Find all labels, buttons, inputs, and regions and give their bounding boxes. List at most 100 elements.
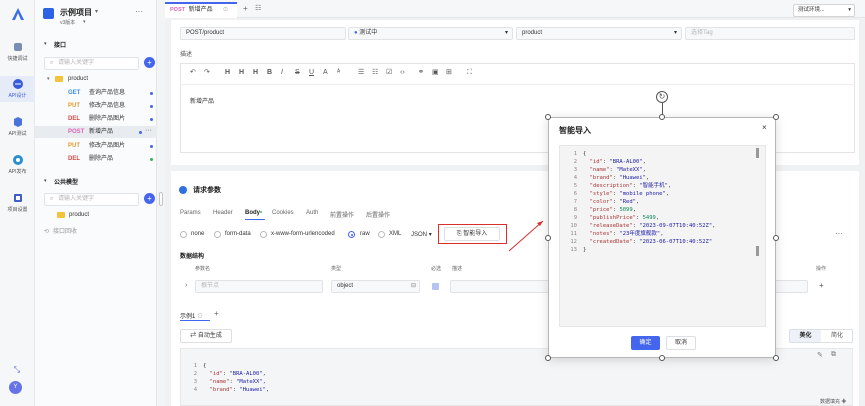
rotate-handle-icon[interactable]: ↻	[656, 91, 668, 103]
bullet-list-icon[interactable]: ☰	[358, 68, 364, 78]
api-search-input[interactable]: ⌕ 请输入关键字	[44, 57, 139, 70]
bold-icon[interactable]: B	[267, 68, 272, 78]
radio-none[interactable]	[180, 231, 187, 238]
minify-button[interactable]: 简化	[822, 330, 852, 342]
editor-content[interactable]: 新增产品	[190, 96, 214, 105]
api-category-select[interactable]: product ▾	[516, 27, 682, 40]
api-item[interactable]: PUT 修改产品信息	[35, 100, 157, 112]
format-select[interactable]: JSON ▾	[411, 231, 432, 238]
resize-handle-ml[interactable]	[545, 235, 551, 241]
ordered-list-icon[interactable]: ☷	[372, 68, 378, 78]
add-example-icon[interactable]: +	[214, 309, 219, 318]
api-status-select[interactable]: ● 测试中 ▾	[348, 27, 513, 40]
tab-params[interactable]: Params	[180, 210, 201, 216]
close-icon[interactable]: ×	[762, 123, 767, 132]
sidebar-resizer[interactable]	[157, 0, 165, 406]
expand-row-icon[interactable]: ›	[185, 282, 187, 289]
tab-auth[interactable]: Auth	[306, 210, 318, 216]
code-icon[interactable]: ‹›	[400, 68, 405, 78]
more-icon[interactable]: ···	[145, 126, 152, 136]
tab-pre-ops[interactable]: 前置操作	[330, 210, 354, 219]
project-name[interactable]: 示例项目	[60, 7, 92, 18]
h2-icon[interactable]: H	[239, 68, 244, 78]
underline-icon[interactable]: U	[309, 68, 314, 78]
model-folder[interactable]: product	[35, 209, 157, 221]
example-tab[interactable]: 示例1 ⊙	[180, 311, 203, 320]
auto-generate-button[interactable]: ⇄ 自动生成	[180, 329, 232, 343]
radio-form-data[interactable]	[214, 231, 221, 238]
more-icon[interactable]: ···	[135, 8, 143, 16]
required-checkbox[interactable]	[432, 283, 439, 290]
copy-icon[interactable]: ⧉	[831, 351, 836, 359]
fullscreen-icon[interactable]: ⛶	[467, 68, 472, 78]
version-dropdown-icon[interactable]: ▾	[83, 19, 86, 25]
confirm-button[interactable]: 确定	[631, 336, 660, 350]
scrollbar-handle[interactable]	[756, 148, 759, 158]
rail-project-settings[interactable]: 项目设置	[0, 192, 35, 216]
model-search-input[interactable]: ⌕ 请输入关键字	[44, 193, 139, 206]
subscript-icon[interactable]: A	[323, 68, 328, 78]
tab-active[interactable]: POST 新增产品 ⊙	[165, 2, 237, 18]
more-icon[interactable]: ···	[835, 229, 843, 238]
rail-api-publish[interactable]: API发布	[0, 154, 35, 178]
api-path-input[interactable]: POST/product	[180, 27, 346, 40]
italic-icon[interactable]: I	[281, 68, 283, 78]
section-interface-title[interactable]: 接口	[54, 40, 66, 49]
redo-icon[interactable]: ↷	[204, 68, 210, 78]
folder-product[interactable]: ▾ product	[35, 73, 157, 85]
edit-icon[interactable]: ✎	[817, 351, 823, 359]
env-select[interactable]: 测试环境... ▾	[793, 4, 855, 17]
project-version[interactable]: v3版本	[60, 19, 75, 26]
param-type-select[interactable]: object ⊟	[331, 280, 420, 293]
h1-icon[interactable]: H	[225, 68, 230, 78]
tab-post-ops[interactable]: 后置操作	[366, 210, 390, 219]
add-model-button[interactable]: +	[144, 193, 155, 204]
api-item[interactable]: DEL 删除产品	[35, 153, 157, 165]
cancel-button[interactable]: 取消	[666, 336, 696, 350]
smart-import-button[interactable]: ⎘ 智能导入	[444, 227, 500, 241]
tab-header[interactable]: Header	[213, 210, 233, 216]
collapse-rail-icon[interactable]: ⤡	[12, 365, 22, 375]
tab-list-icon[interactable]: ☷	[255, 4, 261, 12]
resize-handle-tr[interactable]	[773, 114, 779, 120]
table-icon[interactable]: ⊞	[446, 68, 452, 78]
api-item[interactable]: GET 查询产品信息	[35, 87, 157, 99]
resize-handle-tl[interactable]	[545, 114, 551, 120]
radio-xml[interactable]	[378, 231, 385, 238]
api-item[interactable]: PUT 修改产品图片	[35, 140, 157, 152]
avatar[interactable]: Y	[9, 381, 22, 394]
param-name-input[interactable]: 根节点	[195, 280, 323, 293]
resize-handle-br[interactable]	[773, 355, 779, 361]
footer-note[interactable]: 数据填充 ✚	[820, 398, 846, 405]
task-list-icon[interactable]: ☑	[386, 68, 392, 78]
close-icon[interactable]: ⊙	[223, 4, 228, 16]
api-item[interactable]: DEL 删除产品图片	[35, 113, 157, 125]
rail-api-design[interactable]: API设计	[0, 76, 35, 102]
add-row-icon[interactable]: +	[819, 281, 824, 290]
radio-raw[interactable]	[348, 231, 355, 238]
api-item-active[interactable]: POST 新增产品 ···	[35, 126, 157, 138]
h3-icon[interactable]: H	[253, 68, 258, 78]
import-code-editor[interactable]: 1{2 "id": "BRA-AL00", 3 "name": "MateXX",…	[559, 145, 766, 327]
project-dropdown-icon[interactable]: ▾	[95, 8, 98, 15]
undo-icon[interactable]: ↶	[190, 68, 196, 78]
tab-body[interactable]: Body•	[245, 210, 262, 216]
section-toggle-icon[interactable]: ▾	[44, 178, 47, 184]
link-icon[interactable]: ⚭	[418, 68, 424, 78]
tag-select[interactable]: 选择Tag	[685, 27, 855, 40]
scrollbar-handle[interactable]	[756, 246, 759, 256]
beautify-button[interactable]: 美化	[790, 330, 821, 342]
resize-handle-bm[interactable]	[659, 355, 665, 361]
resize-handle-mr[interactable]	[773, 235, 779, 241]
tab-cookies[interactable]: Cookies	[272, 210, 294, 216]
section-models-title[interactable]: 公共模型	[54, 177, 78, 186]
app-logo[interactable]	[10, 6, 26, 22]
image-icon[interactable]: ▣	[432, 68, 439, 78]
rail-api-test[interactable]: API测试	[0, 116, 35, 140]
resize-handle-bl[interactable]	[545, 355, 551, 361]
recycle-bin[interactable]: ⟲ 接口回收	[35, 226, 157, 238]
new-tab-icon[interactable]: +	[243, 4, 248, 13]
section-toggle-icon[interactable]: ▾	[44, 41, 47, 47]
strike-icon[interactable]: S	[295, 68, 300, 78]
radio-urlencoded[interactable]	[260, 231, 267, 238]
